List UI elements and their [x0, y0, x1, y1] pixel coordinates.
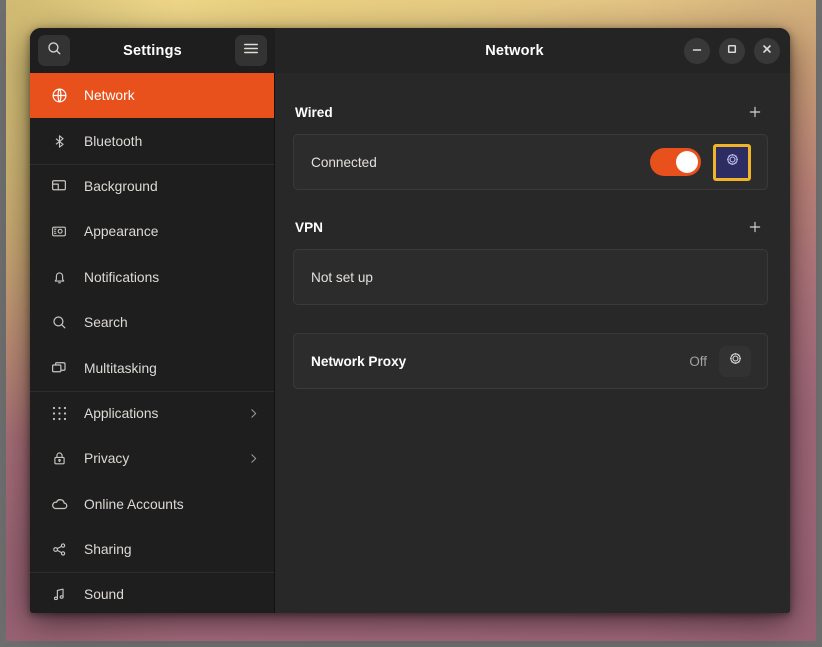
share-nodes-icon — [48, 539, 70, 561]
wired-section-header: Wired — [293, 101, 768, 123]
network-proxy-label: Network Proxy — [311, 354, 689, 369]
network-proxy-settings-button[interactable] — [719, 346, 751, 377]
music-note-icon — [48, 584, 70, 606]
search-button[interactable] — [38, 35, 70, 66]
bell-icon — [48, 266, 70, 288]
main-menu-button[interactable] — [235, 35, 267, 66]
gear-icon — [724, 151, 741, 173]
sidebar-item-label: Multitasking — [84, 361, 260, 376]
window-body: Network Bluetooth Background — [30, 73, 790, 613]
sidebar-item-label: Sharing — [84, 542, 260, 557]
monitor-icon — [48, 175, 70, 197]
gear-icon — [727, 350, 744, 372]
sidebar-item-search[interactable]: Search — [30, 300, 274, 345]
network-proxy-card: Network Proxy Off — [293, 333, 768, 389]
sidebar-item-label: Appearance — [84, 224, 260, 239]
sidebar-item-applications[interactable]: Applications — [30, 391, 274, 436]
titlebar-main-section: Network — [275, 28, 790, 73]
sidebar-item-online-accounts[interactable]: Online Accounts — [30, 482, 274, 527]
window-titlebar: Settings Network — [30, 28, 790, 73]
sidebar-item-label: Applications — [84, 406, 247, 421]
page-title: Network — [275, 43, 684, 59]
sidebar-item-bluetooth[interactable]: Bluetooth — [30, 118, 274, 163]
network-settings-content: Wired Connected — [275, 73, 790, 613]
minimize-button[interactable] — [684, 38, 710, 64]
settings-window: Settings Network — [30, 28, 790, 613]
wired-toggle[interactable] — [650, 148, 701, 176]
section-spacer — [293, 319, 768, 333]
windows-icon — [48, 357, 70, 379]
wired-status-label: Connected — [311, 155, 650, 170]
hamburger-menu-icon — [243, 41, 259, 60]
chevron-right-icon — [247, 407, 260, 420]
close-button[interactable] — [754, 38, 780, 64]
vpn-status-label: Not set up — [311, 270, 751, 285]
vpn-title: VPN — [295, 220, 323, 235]
maximize-icon — [726, 42, 738, 60]
titlebar-sidebar-section: Settings — [30, 28, 275, 73]
sidebar-item-label: Search — [84, 315, 260, 330]
bluetooth-icon — [48, 130, 70, 152]
sidebar-item-notifications[interactable]: Notifications — [30, 255, 274, 300]
sidebar-item-network[interactable]: Network — [30, 73, 274, 118]
chevron-right-icon — [247, 452, 260, 465]
minimize-icon — [691, 42, 703, 60]
add-vpn-button[interactable] — [744, 216, 766, 238]
search-icon — [48, 312, 70, 334]
sidebar-item-label: Bluetooth — [84, 134, 260, 149]
add-wired-button[interactable] — [744, 101, 766, 123]
settings-sidebar: Network Bluetooth Background — [30, 73, 275, 613]
wired-settings-button[interactable] — [713, 144, 751, 181]
sidebar-item-privacy[interactable]: Privacy — [30, 436, 274, 481]
sidebar-item-sharing[interactable]: Sharing — [30, 527, 274, 572]
sidebar-item-label: Online Accounts — [84, 497, 260, 512]
grid-dots-icon — [48, 402, 70, 424]
wired-card: Connected — [293, 134, 768, 190]
window-controls — [684, 38, 780, 64]
vpn-status-row: Not set up — [294, 250, 767, 304]
vpn-section-header: VPN — [293, 216, 768, 238]
sidebar-item-background[interactable]: Background — [30, 164, 274, 209]
section-spacer — [293, 190, 768, 216]
globe-icon — [48, 85, 70, 107]
sidebar-item-label: Notifications — [84, 270, 260, 285]
sidebar-item-label: Network — [84, 88, 260, 103]
sidebar-item-appearance[interactable]: Appearance — [30, 209, 274, 254]
settings-panel-title: Settings — [70, 43, 235, 59]
close-icon — [761, 42, 773, 60]
sidebar-item-label: Sound — [84, 587, 260, 602]
appearance-icon — [48, 221, 70, 243]
section-spacer — [293, 305, 768, 319]
lock-icon — [48, 448, 70, 470]
toggle-knob — [676, 151, 698, 173]
wired-title: Wired — [295, 105, 333, 120]
sidebar-item-label: Privacy — [84, 451, 247, 466]
network-proxy-row[interactable]: Network Proxy Off — [294, 334, 767, 388]
search-icon — [46, 40, 63, 62]
cloud-icon — [48, 493, 70, 515]
wired-connection-row: Connected — [294, 135, 767, 189]
sidebar-item-label: Background — [84, 179, 260, 194]
sidebar-item-multitasking[interactable]: Multitasking — [30, 345, 274, 390]
sidebar-item-sound[interactable]: Sound — [30, 572, 274, 613]
network-proxy-value: Off — [689, 354, 707, 369]
maximize-button[interactable] — [719, 38, 745, 64]
vpn-card: Not set up — [293, 249, 768, 305]
